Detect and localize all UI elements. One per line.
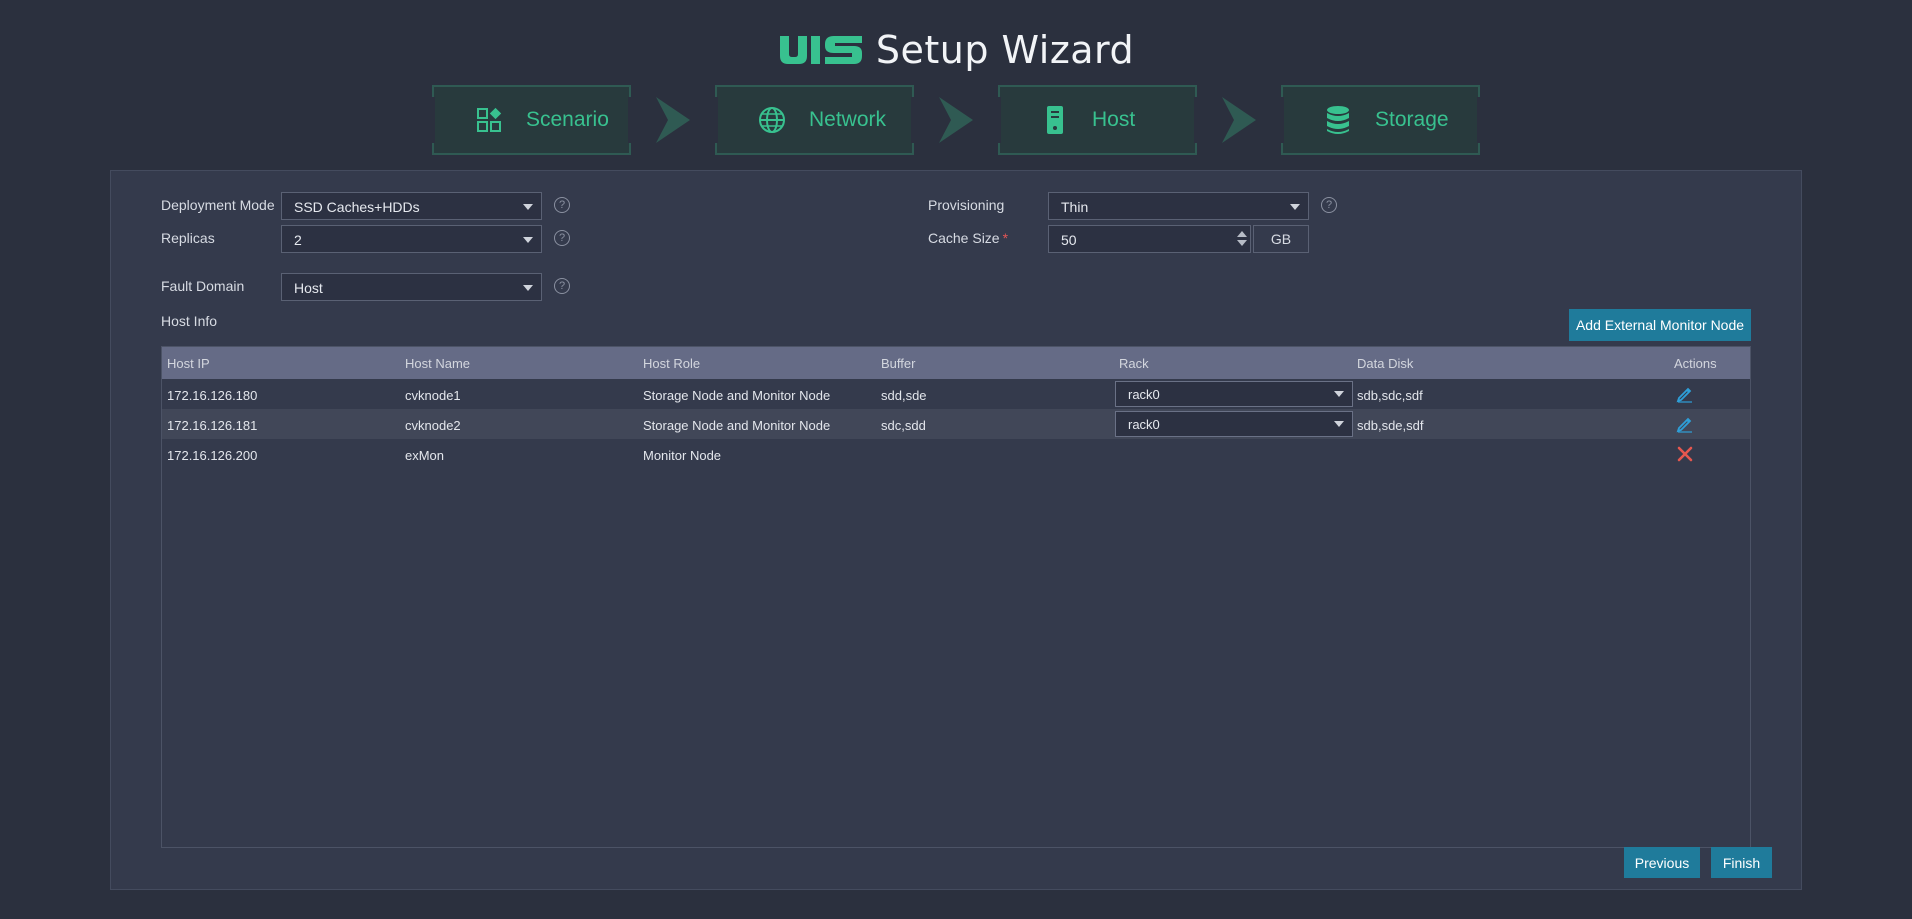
fault-domain-select[interactable]: Host <box>281 273 542 301</box>
replicas-value: 2 <box>294 232 302 248</box>
data-disk-cell: sdb,sdc,sdf <box>1357 388 1423 403</box>
help-icon[interactable]: ? <box>554 278 570 294</box>
column-header-host-name: Host Name <box>405 356 471 371</box>
step-network[interactable]: Network <box>714 85 915 155</box>
column-header-data-disk: Data Disk <box>1357 356 1414 371</box>
host-role-cell: Storage Node and Monitor Node <box>643 388 831 403</box>
column-header-actions: Actions <box>1674 356 1717 371</box>
host-info-label: Host Info <box>161 313 218 329</box>
host-role-cell: Storage Node and Monitor Node <box>643 418 831 433</box>
host-name-cell: cvknode2 <box>405 418 461 433</box>
rack-select[interactable]: rack0 <box>1115 411 1353 437</box>
cache-size-input[interactable]: 50 <box>1048 225 1251 253</box>
storage-config-panel: Deployment Mode SSD Caches+HDDs ? Replic… <box>110 170 1802 890</box>
page-title: Setup Wizard <box>875 28 1135 72</box>
uis-logo-icon <box>779 36 862 64</box>
column-header-rack: Rack <box>1119 356 1149 371</box>
help-icon[interactable]: ? <box>554 197 570 213</box>
host-role-cell: Monitor Node <box>643 448 722 463</box>
previous-button[interactable]: Previous <box>1624 847 1700 878</box>
chevron-down-icon <box>523 237 533 243</box>
rack-value: rack0 <box>1128 417 1160 432</box>
add-external-monitor-node-button[interactable]: Add External Monitor Node <box>1569 309 1751 341</box>
chevron-down-icon <box>1290 204 1300 210</box>
step-arrow-icon <box>1222 97 1256 143</box>
replicas-label: Replicas <box>161 230 215 246</box>
table-row: 172.16.126.200 exMon Monitor Node <box>162 439 1750 469</box>
column-header-host-role: Host Role <box>643 356 701 371</box>
finish-button[interactable]: Finish <box>1711 847 1772 878</box>
delete-icon[interactable] <box>1676 445 1694 463</box>
deployment-mode-select[interactable]: SSD Caches+HDDs <box>281 192 542 220</box>
step-arrow-icon <box>939 97 973 143</box>
fault-domain-label: Fault Domain <box>161 278 245 294</box>
step-label: Host <box>1092 108 1136 131</box>
deployment-mode-label: Deployment Mode <box>161 197 275 213</box>
replicas-select[interactable]: 2 <box>281 225 542 253</box>
table-header: Host IP Host Name Host Role Buffer Rack … <box>162 347 1750 379</box>
uis-logo <box>778 34 864 66</box>
host-name-cell: cvknode1 <box>405 388 461 403</box>
host-ip-cell: 172.16.126.181 <box>167 418 258 433</box>
cache-size-value: 50 <box>1061 232 1077 248</box>
step-scenario[interactable]: Scenario <box>431 85 632 155</box>
step-label: Storage <box>1375 108 1449 131</box>
scenario-icon <box>474 105 504 135</box>
table-row: 172.16.126.180 cvknode1 Storage Node and… <box>162 379 1750 409</box>
rack-select[interactable]: rack0 <box>1115 381 1353 407</box>
edit-icon[interactable] <box>1676 415 1694 433</box>
host-ip-cell: 172.16.126.180 <box>167 388 258 403</box>
host-name-cell: exMon <box>405 448 445 463</box>
fault-domain-value: Host <box>294 280 323 296</box>
provisioning-select[interactable]: Thin <box>1048 192 1309 220</box>
column-header-buffer: Buffer <box>881 356 916 371</box>
cache-size-label-text: Cache Size <box>928 230 1000 246</box>
chevron-down-icon <box>523 285 533 291</box>
step-label: Scenario <box>526 108 609 131</box>
host-ip-cell: 172.16.126.200 <box>167 448 258 463</box>
provisioning-value: Thin <box>1061 199 1089 215</box>
buffer-cell: sdd,sde <box>881 388 927 403</box>
step-label: Network <box>809 108 887 131</box>
rack-value: rack0 <box>1128 387 1160 402</box>
step-storage[interactable]: Storage <box>1280 85 1481 155</box>
chevron-down-icon <box>1334 421 1344 427</box>
chevron-down-icon <box>523 204 533 210</box>
help-icon[interactable]: ? <box>1321 197 1337 213</box>
wizard-steps: Scenario Network Host Storage <box>0 85 1912 155</box>
database-icon <box>1323 105 1353 135</box>
cache-size-unit: GB <box>1253 225 1309 253</box>
host-info-table: Host IP Host Name Host Role Buffer Rack … <box>161 346 1751 848</box>
data-disk-cell: sdb,sde,sdf <box>1357 418 1424 433</box>
required-mark: * <box>1002 230 1009 246</box>
server-icon <box>1040 105 1070 135</box>
chevron-down-icon <box>1334 391 1344 397</box>
column-header-host-ip: Host IP <box>167 356 210 371</box>
provisioning-label: Provisioning <box>928 197 1005 213</box>
globe-icon <box>757 105 787 135</box>
edit-icon[interactable] <box>1676 385 1694 403</box>
cache-size-label: Cache Size * <box>928 230 1008 246</box>
table-row: 172.16.126.181 cvknode2 Storage Node and… <box>162 409 1750 439</box>
deployment-mode-value: SSD Caches+HDDs <box>294 199 420 215</box>
step-host[interactable]: Host <box>997 85 1198 155</box>
step-arrow-icon <box>656 97 690 143</box>
help-icon[interactable]: ? <box>554 230 570 246</box>
header: Setup Wizard <box>0 24 1912 76</box>
buffer-cell: sdc,sdd <box>881 418 926 433</box>
decrement-icon[interactable] <box>1236 238 1248 250</box>
